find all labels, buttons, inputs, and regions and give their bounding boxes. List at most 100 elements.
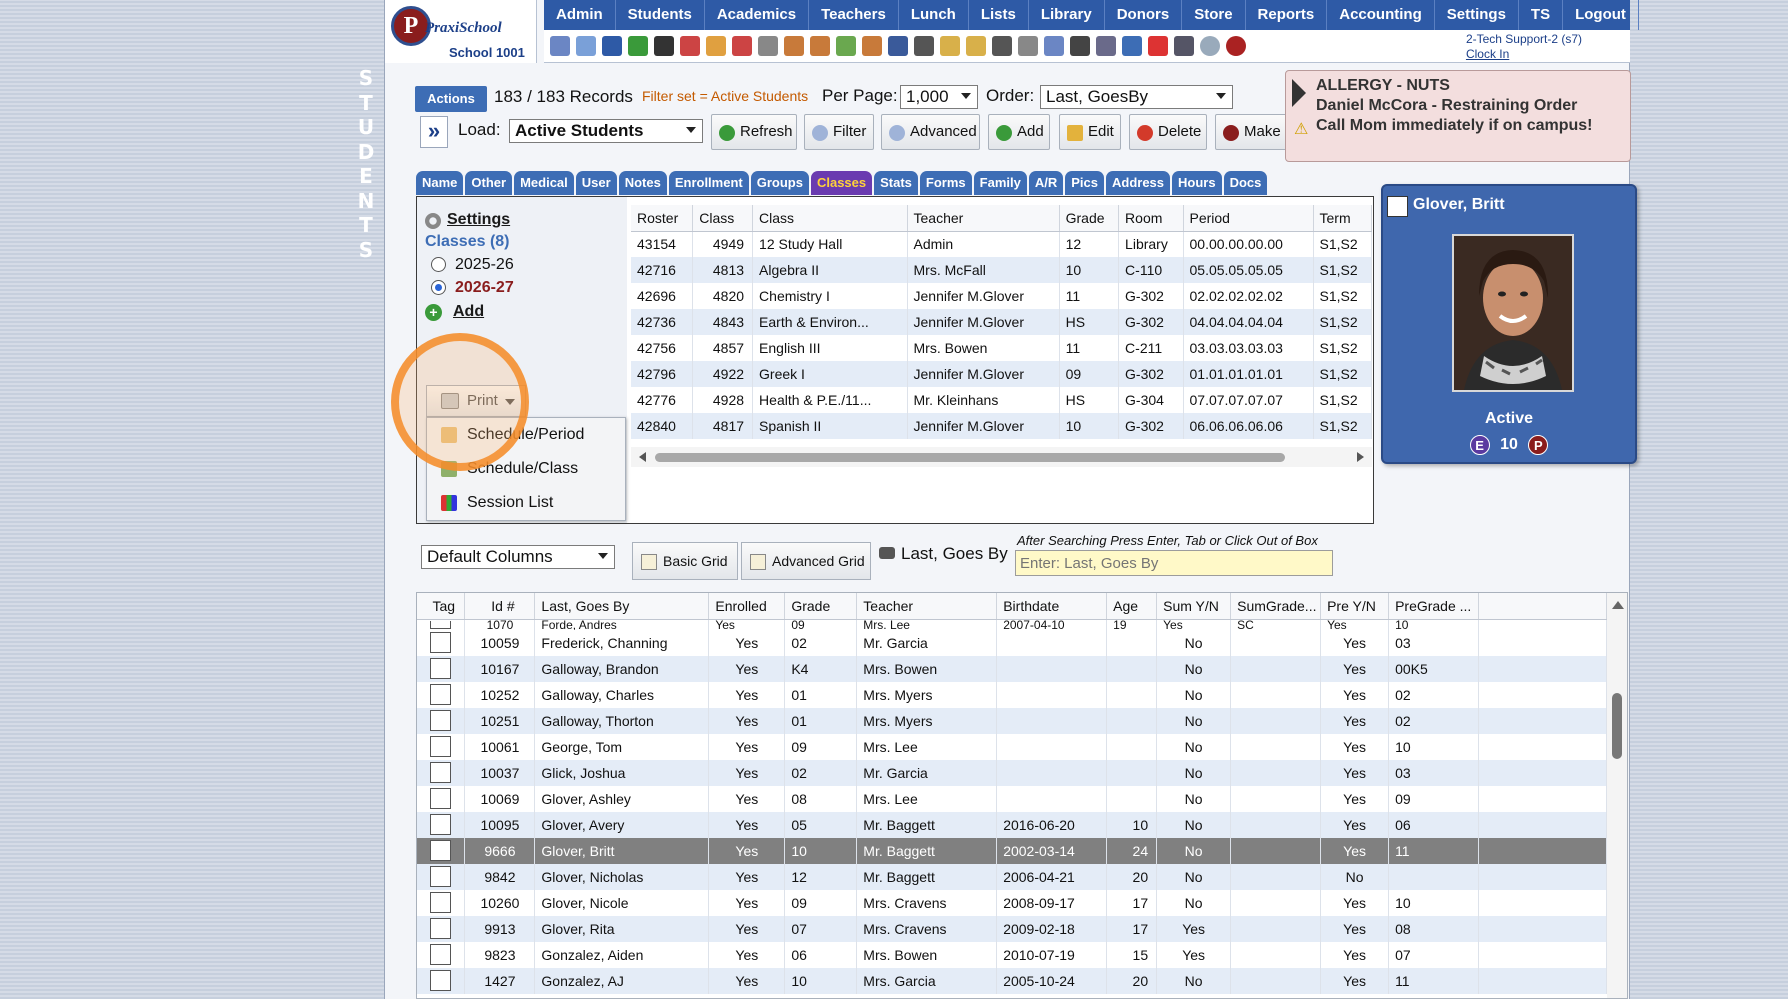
column-header[interactable]: Age — [1106, 593, 1158, 620]
row-checkbox[interactable] — [430, 918, 452, 939]
row-checkbox[interactable] — [430, 762, 452, 783]
table-row-partial[interactable]: 1070 Forde, Andres Yes 09 Mrs. Lee 2007-04-10… — [417, 619, 1607, 630]
nav-library[interactable]: Library — [1029, 0, 1105, 30]
table-row[interactable]: 10059 Frederick, Channing Yes 02 Mr. Garcia N… — [417, 629, 1607, 656]
row-checkbox[interactable] — [430, 840, 452, 861]
scroll-right-icon[interactable] — [1357, 452, 1364, 462]
planner-icon[interactable] — [732, 36, 752, 56]
nav-settings[interactable]: Settings — [1435, 0, 1519, 30]
row-checkbox[interactable] — [430, 814, 452, 835]
per-page-select[interactable]: 1,000 — [900, 85, 978, 109]
class-row[interactable]: 42696 4820 Chemistry I Jennifer M.Glover 11 G… — [631, 283, 1372, 309]
ap-icon[interactable] — [1122, 36, 1142, 56]
cards-icon[interactable] — [1070, 36, 1090, 56]
nav-students[interactable]: Students — [616, 0, 705, 30]
email-icon[interactable] — [602, 36, 622, 56]
row-checkbox[interactable] — [430, 621, 452, 630]
teacher-icon[interactable] — [810, 36, 830, 56]
tab-a-r[interactable]: A/R — [1028, 171, 1064, 195]
order-select[interactable]: Last, GoesBy — [1040, 85, 1233, 109]
row-checkbox[interactable] — [430, 736, 452, 757]
edit-button[interactable]: Edit — [1059, 114, 1121, 150]
tab-pics[interactable]: Pics — [1065, 171, 1104, 195]
column-header[interactable]: Term — [1313, 205, 1372, 232]
student-card-checkbox[interactable] — [1387, 196, 1408, 217]
calendar-icon[interactable] — [576, 36, 596, 56]
settings-link[interactable]: Settings — [425, 211, 510, 229]
tab-hours[interactable]: Hours — [1172, 171, 1222, 195]
staff-icon[interactable] — [992, 36, 1012, 56]
chat-icon[interactable] — [628, 36, 648, 56]
column-header[interactable]: Sum Y/N — [1156, 593, 1232, 620]
menu-item-session-list[interactable]: Session List — [427, 486, 625, 520]
column-header[interactable]: Teacher — [856, 593, 998, 620]
column-header[interactable]: Room — [1118, 205, 1184, 232]
tag-icon[interactable] — [836, 36, 856, 56]
columns-select[interactable]: Default Columns — [421, 545, 615, 569]
table-row[interactable]: 9823 Gonzalez, Aiden Yes 06 Mrs. Bowen 2010-0… — [417, 941, 1607, 968]
advanced-grid-button[interactable]: Advanced Grid — [741, 542, 871, 580]
class-row[interactable]: 43154 4949 12 Study Hall Admin 12 Library 00.0… — [631, 231, 1372, 257]
row-checkbox[interactable] — [430, 866, 452, 887]
actions-button[interactable]: Actions — [415, 86, 487, 112]
column-header[interactable]: Id # — [464, 593, 536, 620]
vertical-scrollbar[interactable] — [1607, 593, 1627, 998]
money-icon[interactable] — [888, 36, 908, 56]
expand-chevron-button[interactable]: » — [420, 116, 448, 148]
pdf-icon[interactable] — [1148, 36, 1168, 56]
column-header[interactable]: SumGrade... — [1230, 593, 1322, 620]
column-header[interactable]: Class — [692, 205, 754, 232]
scroll-left-icon[interactable] — [639, 452, 646, 462]
radio-button-selected[interactable] — [431, 280, 446, 295]
add-class-link[interactable]: + Add — [425, 303, 484, 321]
nav-logout[interactable]: Logout — [1563, 0, 1639, 30]
class-row[interactable]: 42796 4922 Greek I Jennifer M.Glover 09 G-302… — [631, 361, 1372, 387]
alert-icon[interactable] — [940, 36, 960, 56]
table-row[interactable]: 1427 Gonzalez, AJ Yes 10 Mrs. Garcia 2005-10-… — [417, 967, 1607, 994]
table-row[interactable]: 10251 Galloway, Thorton Yes 01 Mrs. Myers No Y… — [417, 707, 1607, 734]
menu-item-schedule-period[interactable]: Schedule/Period — [427, 418, 625, 452]
horizontal-scrollbar[interactable] — [631, 447, 1372, 467]
tab-forms[interactable]: Forms — [919, 171, 972, 195]
table-row[interactable]: 9666 Glover, Britt Yes 10 Mr. Baggett 2002-03… — [417, 837, 1607, 864]
nav-teachers[interactable]: Teachers — [809, 0, 899, 30]
phone-icon[interactable] — [654, 36, 674, 56]
class-row[interactable]: 42756 4857 English III Mrs. Bowen 11 C-211 03.… — [631, 335, 1372, 361]
nav-ts[interactable]: TS — [1519, 0, 1564, 30]
row-checkbox[interactable] — [430, 632, 452, 653]
column-header[interactable]: Birthdate — [996, 593, 1108, 620]
print-button[interactable]: Print — [426, 385, 526, 417]
class-row[interactable]: 42716 4813 Algebra II Mrs. McFall 10 C-110 05.… — [631, 257, 1372, 283]
nav-store[interactable]: Store — [1182, 0, 1246, 30]
table-row[interactable]: 10167 Galloway, Brandon Yes K4 Mrs. Bowen No Y… — [417, 655, 1607, 682]
student-photo[interactable] — [1452, 234, 1574, 392]
clock-in-link[interactable]: Clock In — [1466, 47, 1582, 62]
tab-address[interactable]: Address — [1105, 171, 1171, 195]
nav-reports[interactable]: Reports — [1246, 0, 1328, 30]
nav-admin[interactable]: Admin — [544, 0, 616, 30]
row-checkbox[interactable] — [430, 658, 452, 679]
column-header[interactable]: Tag — [417, 593, 466, 620]
year-option-2026-27[interactable]: 2026-27 — [431, 279, 514, 297]
refresh-button[interactable]: Refresh — [711, 114, 797, 150]
column-header[interactable]: Period — [1183, 205, 1314, 232]
filter-button[interactable]: Filter — [804, 114, 874, 150]
table-row[interactable]: 10061 George, Tom Yes 09 Mrs. Lee No Yes 10 — [417, 733, 1607, 760]
column-header[interactable]: PreGrade ... — [1388, 593, 1480, 620]
table-row[interactable]: 10260 Glover, Nicole Yes 09 Mrs. Cravens 2008… — [417, 889, 1607, 916]
power-icon[interactable] — [1226, 36, 1246, 56]
tab-notes[interactable]: Notes — [618, 171, 667, 195]
speaker-icon[interactable] — [680, 36, 700, 56]
class-row[interactable]: 42840 4817 Spanish II Jennifer M.Glover 10 G-… — [631, 413, 1372, 439]
table-row[interactable]: 10037 Glick, Joshua Yes 02 Mr. Garcia No Yes 03 — [417, 759, 1607, 786]
tab-family[interactable]: Family — [973, 171, 1027, 195]
tab-name[interactable]: Name — [416, 171, 464, 195]
register-icon[interactable] — [1096, 36, 1116, 56]
nav-accounting[interactable]: Accounting — [1327, 0, 1435, 30]
tab-stats[interactable]: Stats — [874, 171, 918, 195]
column-header[interactable]: Grade — [784, 593, 858, 620]
table-row[interactable]: 9842 Glover, Nicholas Yes 12 Mr. Baggett 2006… — [417, 863, 1607, 890]
scroll-up-icon[interactable] — [1612, 601, 1624, 609]
column-header[interactable]: Last, Goes By — [534, 593, 710, 620]
advanced-button[interactable]: Advanced — [881, 114, 980, 150]
